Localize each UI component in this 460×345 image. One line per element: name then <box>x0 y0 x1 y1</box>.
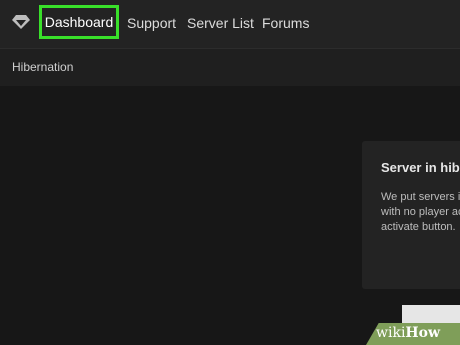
card-body-line: with no player ac <box>381 206 460 218</box>
nav-support-link[interactable]: Support <box>127 15 176 32</box>
breadcrumb[interactable]: Hibernation <box>12 60 73 74</box>
nav-server-list-link[interactable]: Server List <box>187 15 254 32</box>
nav-dashboard-link[interactable]: Dashboard <box>39 5 119 39</box>
watermark-logo: wikiHow <box>376 325 440 341</box>
card-body-line: activate button. <box>381 221 456 233</box>
watermark-part2: How <box>405 325 441 341</box>
sub-navigation-bar: Hibernation <box>0 48 460 86</box>
watermark-part1: wiki <box>376 325 406 341</box>
diamond-logo-icon[interactable] <box>12 15 30 29</box>
hibernation-info-card: Server in hibe We put servers i with no … <box>362 141 460 289</box>
card-body-line: We put servers i <box>381 191 460 203</box>
top-navigation-bar: Dashboard Support Server List Forums <box>0 0 460 48</box>
nav-forums-link[interactable]: Forums <box>262 15 309 32</box>
card-body: We put servers i with no player ac activ… <box>381 190 460 235</box>
card-title: Server in hibe <box>381 160 460 175</box>
